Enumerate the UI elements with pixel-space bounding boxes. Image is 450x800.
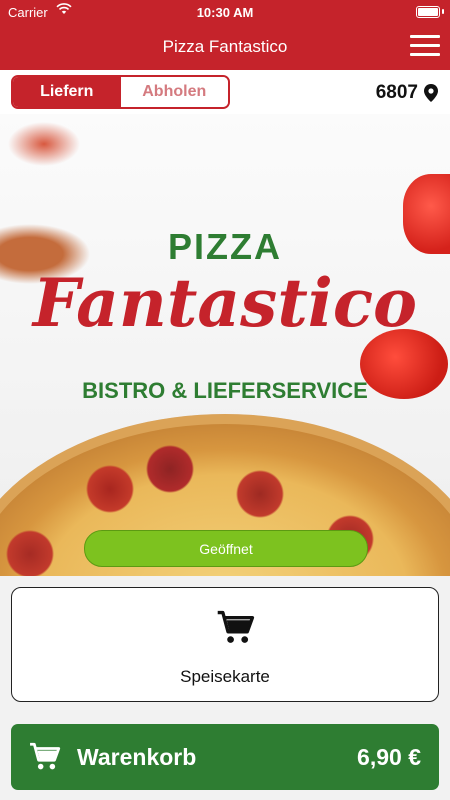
cart-icon (217, 610, 255, 643)
delivery-mode-toggle: Liefern Abholen (11, 75, 230, 109)
battery-tip (442, 9, 444, 14)
app-title: Pizza Fantastico (162, 37, 288, 56)
postal-code-selector[interactable]: 6807 (376, 82, 438, 104)
hamburger-menu-icon[interactable] (410, 35, 440, 59)
logo-pizza-text: PIZZA (168, 226, 282, 267)
pickup-tab[interactable]: Abholen (120, 77, 228, 107)
navigation-bar: Pizza Fantastico (0, 24, 450, 70)
basket-label: Warenkorb (77, 743, 197, 770)
deliver-tab[interactable]: Liefern (13, 77, 121, 107)
clock: 10:30 AM (196, 5, 254, 20)
menu-card-label: Speisekarte (180, 667, 270, 686)
basket-total: 6,90 € (357, 743, 421, 770)
hero-banner: PIZZA Fantastico BISTRO & LIEFERSERVICE (0, 114, 450, 576)
basket-button[interactable]: Warenkorb 6,90 € (11, 724, 439, 790)
logo-fantastico-text: Fantastico (32, 264, 418, 342)
logo-subtitle: BISTRO & LIEFERSERVICE (82, 378, 368, 403)
status-bar: Carrier 10:30 AM (0, 0, 450, 24)
menu-card-button[interactable]: Speisekarte (11, 587, 439, 702)
location-pin-icon (424, 84, 438, 102)
battery-icon (416, 6, 440, 18)
open-status-badge: Geöffnet (84, 530, 368, 567)
delivery-mode-bar: Liefern Abholen 6807 (0, 70, 450, 114)
cart-icon (30, 742, 61, 770)
postal-code: 6807 (375, 82, 418, 103)
